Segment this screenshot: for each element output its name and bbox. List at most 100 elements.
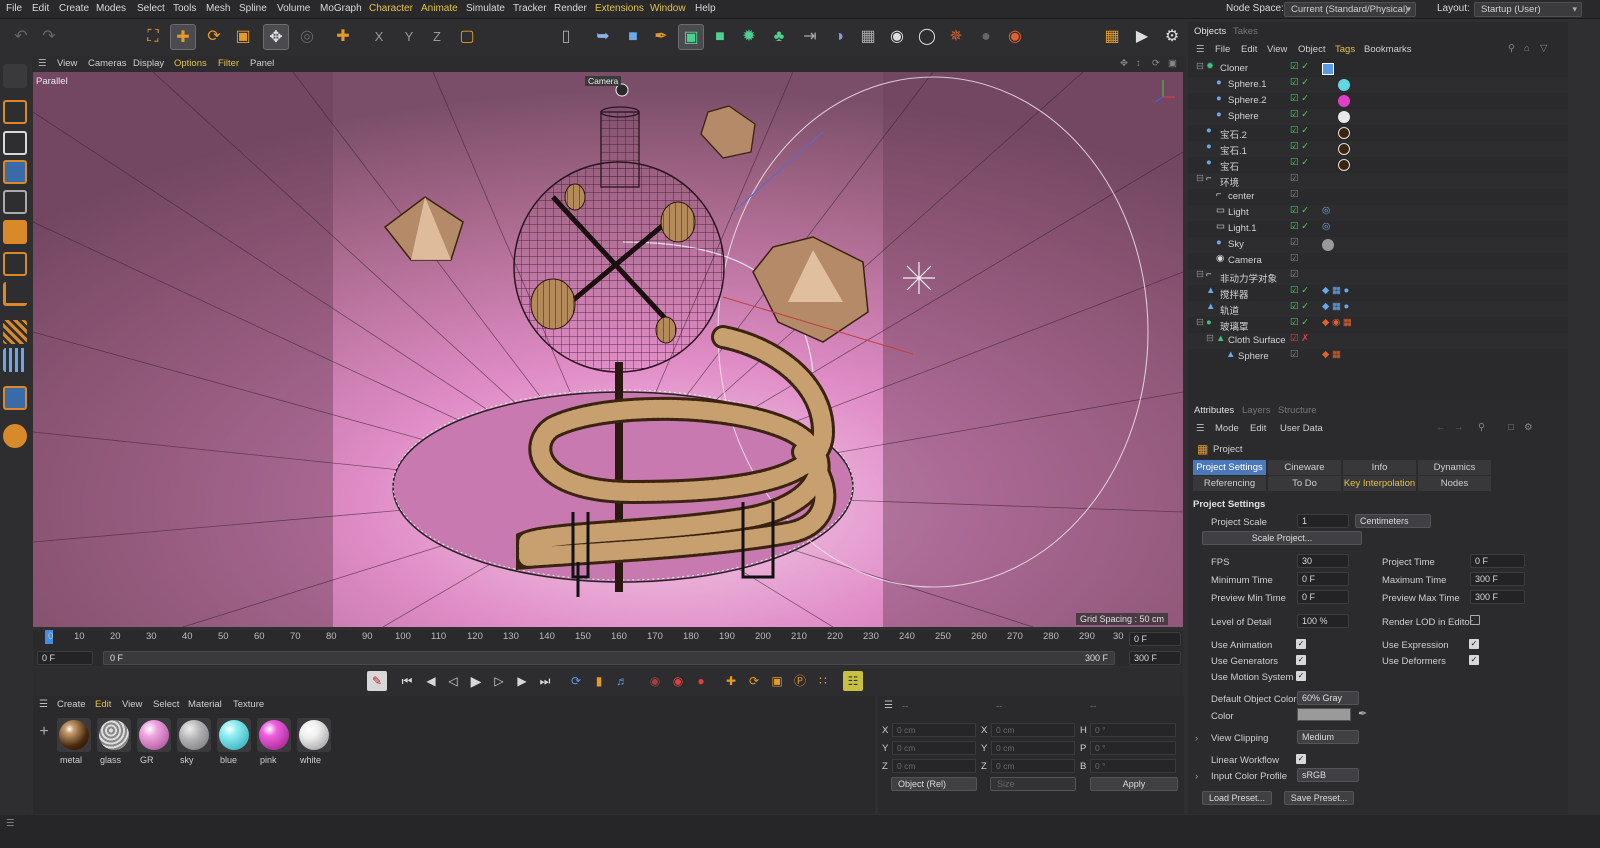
object-row[interactable]: ● 宝石.1 ☑ ✓: [1188, 141, 1568, 157]
go-to-start-icon[interactable]: ⏮: [397, 671, 417, 691]
object-menu-file[interactable]: File: [1215, 44, 1230, 55]
menu-mograph[interactable]: MoGraph: [320, 3, 362, 14]
object-row[interactable]: ⊟ ▲ Cloth Surface ☑ ✗: [1188, 333, 1568, 349]
3d-viewport[interactable]: Parallel Camera Grid Spacing : 50 cm: [33, 72, 1183, 627]
edge-mode-icon[interactable]: [3, 190, 27, 214]
play-icon[interactable]: ▶: [466, 671, 486, 691]
viewport-menu-display[interactable]: Display: [133, 58, 164, 69]
object-home-icon[interactable]: ⌂: [1524, 43, 1530, 54]
attr-menu-edit[interactable]: Edit: [1250, 423, 1266, 434]
subtab-key-interpolation[interactable]: Key Interpolation: [1343, 476, 1416, 491]
object-filter-icon[interactable]: ▽: [1540, 43, 1547, 54]
object-menu-bookmarks[interactable]: Bookmarks: [1364, 44, 1412, 55]
tab-objects[interactable]: Objects: [1194, 26, 1226, 37]
mograph-icon[interactable]: ♣: [766, 24, 792, 50]
render-lod-checkbox[interactable]: [1470, 615, 1480, 625]
menu-edit[interactable]: Edit: [32, 3, 49, 14]
material-swatch[interactable]: [97, 718, 131, 752]
record-mode-icon[interactable]: ✎: [367, 671, 387, 691]
tab-structure[interactable]: Structure: [1278, 405, 1317, 416]
coord-hamburger-icon[interactable]: ☰: [884, 700, 893, 711]
add-icon[interactable]: ✚: [330, 24, 356, 50]
subtab-referencing[interactable]: Referencing: [1193, 476, 1266, 491]
object-row[interactable]: ◉ Camera ☑: [1188, 253, 1568, 269]
object-row[interactable]: ● Sphere ☑ ✓: [1188, 109, 1568, 125]
viewport-move-icon[interactable]: ✥: [1120, 58, 1128, 69]
material-swatch[interactable]: [177, 718, 211, 752]
menu-tools[interactable]: Tools: [173, 3, 196, 14]
object-row[interactable]: ⊟ ⌐ 环境 ☑: [1188, 173, 1568, 189]
render-settings-icon[interactable]: ⚙: [1159, 24, 1185, 50]
scale-icon[interactable]: ▣: [230, 24, 256, 50]
record-tag-icon[interactable]: ◉: [1002, 24, 1028, 50]
project-scale-field[interactable]: 1: [1297, 514, 1349, 528]
polygon-mode-icon[interactable]: [3, 220, 27, 244]
attr-hamburger-icon[interactable]: ☰: [1196, 423, 1205, 434]
uv-mode-icon[interactable]: [3, 252, 27, 276]
load-preset-button[interactable]: Load Preset...: [1202, 791, 1272, 805]
end-frame-field[interactable]: 300 F: [1129, 651, 1181, 665]
coord-field[interactable]: 0 cm: [991, 723, 1075, 737]
previous-key-icon[interactable]: ◀: [421, 671, 441, 691]
model-mode-icon[interactable]: [3, 100, 27, 124]
go-to-end-icon[interactable]: ⏭: [535, 671, 555, 691]
sound-icon[interactable]: ♬: [612, 671, 632, 691]
scheme-icon[interactable]: ☷: [843, 671, 863, 691]
viewport-toggle-icon[interactable]: ▣: [1168, 58, 1177, 69]
subtab-project-settings[interactable]: Project Settings: [1193, 460, 1266, 475]
snap-icon[interactable]: ◎: [294, 24, 320, 50]
material-tag-icon[interactable]: [1338, 159, 1350, 171]
subtab-to-do[interactable]: To Do: [1268, 476, 1341, 491]
coord-size-select[interactable]: Size: [990, 777, 1076, 791]
node-space-select[interactable]: Current (Standard/Physical): [1284, 2, 1416, 17]
object-row[interactable]: ⌐ center ☑: [1188, 189, 1568, 205]
object-row[interactable]: ● Sky ☑: [1188, 237, 1568, 253]
menu-tracker[interactable]: Tracker: [513, 3, 547, 14]
cloner-icon[interactable]: ✹: [736, 24, 762, 50]
redo-icon[interactable]: ↷: [36, 24, 62, 50]
menu-extensions[interactable]: Extensions: [595, 3, 644, 14]
apply-button[interactable]: Apply: [1090, 777, 1178, 791]
material-swatch[interactable]: [257, 718, 291, 752]
menu-select[interactable]: Select: [137, 3, 165, 14]
subtab-info[interactable]: Info: [1343, 460, 1416, 475]
menu-mesh[interactable]: Mesh: [206, 3, 230, 14]
tab-layers[interactable]: Layers: [1242, 405, 1271, 416]
coord-field[interactable]: 0 °: [1090, 723, 1176, 737]
material-tag-icon[interactable]: [1338, 79, 1350, 91]
next-key-icon[interactable]: ▶: [512, 671, 532, 691]
record-icon[interactable]: ◉: [668, 671, 688, 691]
use-deformers-checkbox[interactable]: ✓: [1469, 655, 1479, 665]
viewport-menu-panel[interactable]: Panel: [250, 58, 274, 69]
axis-mode-icon[interactable]: [3, 282, 27, 306]
x-axis-icon[interactable]: X: [366, 24, 392, 50]
material-swatch[interactable]: [217, 718, 251, 752]
use-animation-checkbox[interactable]: ✓: [1296, 639, 1306, 649]
fps-field[interactable]: 30: [1297, 554, 1349, 568]
min-time-field[interactable]: 0 F: [1297, 572, 1349, 586]
previous-frame-icon[interactable]: ◁: [443, 671, 463, 691]
coord-field[interactable]: 0 °: [1090, 741, 1176, 755]
keyframe-icon[interactable]: ▮: [589, 671, 609, 691]
extrude-icon[interactable]: ■: [707, 24, 733, 50]
move-icon[interactable]: ✚: [170, 24, 196, 50]
attr-forward-icon[interactable]: →: [1454, 422, 1464, 433]
viewport-menu-view[interactable]: View: [57, 58, 77, 69]
start-frame-field[interactable]: 0 F: [37, 651, 93, 665]
texture-mode-icon[interactable]: [3, 131, 27, 155]
coord-field[interactable]: 0 °: [1090, 759, 1176, 773]
project-time-field[interactable]: 0 F: [1470, 554, 1525, 568]
render-view-icon[interactable]: ▦: [1099, 24, 1125, 50]
default-color-select[interactable]: 60% Gray: [1297, 691, 1359, 705]
workplane-icon[interactable]: ▯: [553, 24, 579, 50]
menu-render[interactable]: Render: [554, 3, 587, 14]
object-row[interactable]: ▭ Light.1 ☑ ✓ ◎: [1188, 221, 1568, 237]
spline-pen-icon[interactable]: ➥: [590, 24, 616, 50]
save-preset-button[interactable]: Save Preset...: [1284, 791, 1354, 805]
add-material-icon[interactable]: +: [35, 723, 53, 741]
viewport-rotate-icon[interactable]: ⟳: [1152, 58, 1160, 69]
menu-animate[interactable]: Animate: [421, 3, 458, 14]
cube-icon[interactable]: ■: [620, 24, 646, 50]
tag-icon[interactable]: [1322, 63, 1334, 75]
field-icon[interactable]: ◑: [826, 24, 852, 50]
